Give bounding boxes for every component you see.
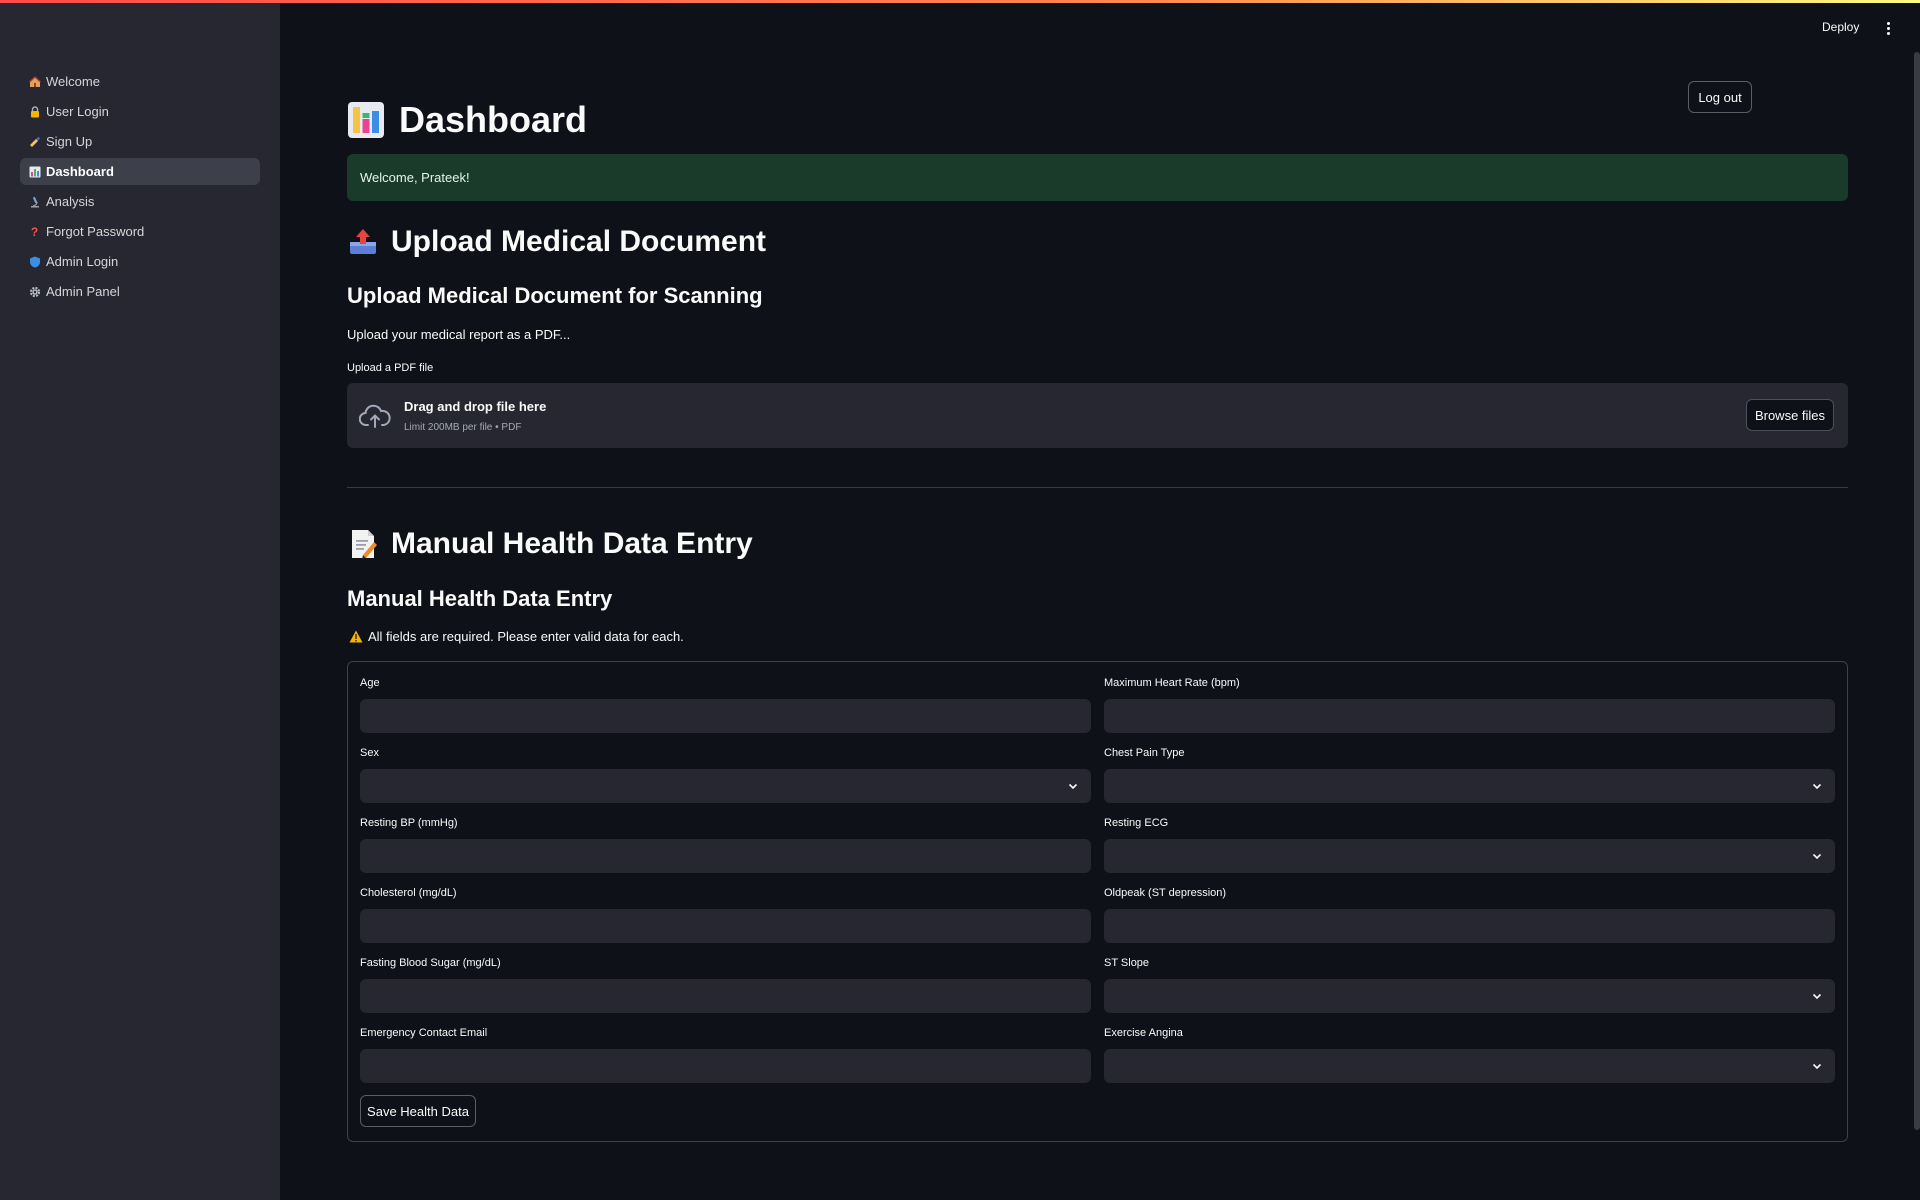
chest-pain-field-group: Chest Pain Type bbox=[1104, 747, 1835, 803]
manual-section-heading: Manual Health Data Entry bbox=[391, 527, 753, 560]
bar-chart-icon bbox=[28, 165, 41, 178]
outbox-tray-icon bbox=[347, 226, 379, 258]
house-icon bbox=[28, 75, 41, 88]
section-divider bbox=[347, 487, 1848, 488]
sidebar-item-welcome[interactable]: Welcome bbox=[20, 68, 260, 95]
save-health-data-button[interactable]: Save Health Data bbox=[360, 1095, 476, 1127]
age-field-group: Age bbox=[360, 677, 1091, 733]
sidebar-item-analysis[interactable]: Analysis bbox=[20, 188, 260, 215]
bar-chart-icon bbox=[347, 101, 385, 139]
exercise-angina-select[interactable] bbox=[1104, 1049, 1835, 1083]
field-label: Fasting Blood Sugar (mg/dL) bbox=[360, 957, 501, 969]
sidebar-item-label: Dashboard bbox=[46, 164, 114, 179]
sidebar-item-forgot-password[interactable]: ? Forgot Password bbox=[20, 218, 260, 245]
shield-icon bbox=[28, 255, 41, 268]
field-label: Age bbox=[360, 677, 380, 689]
gear-icon bbox=[28, 285, 41, 298]
sidebar-item-label: Admin Login bbox=[46, 254, 119, 269]
resting-bp-field-group: Resting BP (mmHg) bbox=[360, 817, 1091, 873]
fasting-blood-sugar-input[interactable] bbox=[360, 979, 1091, 1013]
dropzone-limit: Limit 200MB per file • PDF bbox=[404, 422, 522, 433]
age-input[interactable] bbox=[360, 699, 1091, 733]
main-content: Log out Dashboard Welcome, Prateek! Uplo… bbox=[347, 0, 1848, 1200]
st-slope-field-group: ST Slope bbox=[1104, 957, 1835, 1013]
microscope-icon bbox=[28, 195, 41, 208]
warning-text: All fields are required. Please enter va… bbox=[368, 629, 684, 644]
uploader-label: Upload a PDF file bbox=[347, 362, 434, 374]
upload-section-heading-row: Upload Medical Document bbox=[347, 225, 766, 259]
field-label: Oldpeak (ST depression) bbox=[1104, 887, 1227, 899]
field-label: Emergency Contact Email bbox=[360, 1027, 488, 1039]
sidebar-item-label: User Login bbox=[46, 104, 109, 119]
chevron-down-icon bbox=[1812, 1063, 1822, 1070]
sidebar-item-sign-up[interactable]: Sign Up bbox=[20, 128, 260, 155]
chevron-down-icon bbox=[1812, 853, 1822, 860]
sidebar-item-admin-panel[interactable]: Admin Panel bbox=[20, 278, 260, 305]
success-alert: Welcome, Prateek! bbox=[347, 154, 1848, 201]
memo-icon bbox=[347, 528, 379, 560]
chevron-down-icon bbox=[1068, 783, 1078, 790]
resting-bp-input[interactable] bbox=[360, 839, 1091, 873]
max-heart-rate-input[interactable] bbox=[1104, 699, 1835, 733]
field-label: Cholesterol (mg/dL) bbox=[360, 887, 457, 899]
field-label: Sex bbox=[360, 747, 379, 759]
browse-files-button[interactable]: Browse files bbox=[1746, 399, 1834, 431]
emergency-email-input[interactable] bbox=[360, 1049, 1091, 1083]
cholesterol-input[interactable] bbox=[360, 909, 1091, 943]
sex-field-group: Sex bbox=[360, 747, 1091, 803]
upload-subheading: Upload Medical Document for Scanning bbox=[347, 283, 763, 308]
sidebar-nav: Welcome User Login Sign Up Dashboard Ana… bbox=[20, 68, 260, 308]
sidebar-item-dashboard[interactable]: Dashboard bbox=[20, 158, 260, 185]
emergency-email-field-group: Emergency Contact Email bbox=[360, 1027, 1091, 1083]
sidebar-item-label: Admin Panel bbox=[46, 284, 120, 299]
sidebar-item-label: Welcome bbox=[46, 74, 100, 89]
dropzone-instructions: Drag and drop file here bbox=[404, 399, 547, 414]
question-icon: ? bbox=[30, 224, 39, 239]
warning-notice: All fields are required. Please enter va… bbox=[349, 629, 684, 644]
oldpeak-input[interactable] bbox=[1104, 909, 1835, 943]
page-title: Dashboard bbox=[399, 99, 588, 140]
field-label: Resting BP (mmHg) bbox=[360, 817, 458, 829]
lock-icon bbox=[28, 105, 41, 118]
exercise-angina-field-group: Exercise Angina bbox=[1104, 1027, 1835, 1083]
sex-select[interactable] bbox=[360, 769, 1091, 803]
sidebar-item-admin-login[interactable]: Admin Login bbox=[20, 248, 260, 275]
cloud-upload-icon bbox=[358, 401, 391, 431]
sidebar: Welcome User Login Sign Up Dashboard Ana… bbox=[0, 0, 280, 1200]
sidebar-item-user-login[interactable]: User Login bbox=[20, 98, 260, 125]
upload-section-heading: Upload Medical Document bbox=[391, 225, 767, 258]
top-decoration-bar bbox=[0, 0, 1920, 3]
resting-ecg-select[interactable] bbox=[1104, 839, 1835, 873]
field-label: ST Slope bbox=[1104, 957, 1150, 969]
manual-subheading: Manual Health Data Entry bbox=[347, 586, 613, 611]
oldpeak-field-group: Oldpeak (ST depression) bbox=[1104, 887, 1835, 943]
field-label: Exercise Angina bbox=[1104, 1027, 1183, 1039]
scrollbar[interactable] bbox=[1914, 52, 1920, 1130]
fasting-blood-sugar-field-group: Fasting Blood Sugar (mg/dL) bbox=[360, 957, 1091, 1013]
sidebar-item-label: Analysis bbox=[46, 194, 95, 209]
sidebar-item-label: Forgot Password bbox=[46, 224, 145, 239]
health-data-form: Age Maximum Heart Rate (bpm) Sex Chest P… bbox=[347, 661, 1848, 1142]
field-label: Maximum Heart Rate (bpm) bbox=[1104, 677, 1240, 689]
resting-ecg-field-group: Resting ECG bbox=[1104, 817, 1835, 873]
warning-icon bbox=[349, 630, 363, 643]
writing-hand-icon bbox=[28, 135, 41, 148]
cholesterol-field-group: Cholesterol (mg/dL) bbox=[360, 887, 1091, 943]
st-slope-select[interactable] bbox=[1104, 979, 1835, 1013]
max-heart-rate-field-group: Maximum Heart Rate (bpm) bbox=[1104, 677, 1835, 733]
sidebar-item-label: Sign Up bbox=[46, 134, 93, 149]
field-label: Chest Pain Type bbox=[1104, 747, 1185, 759]
chest-pain-select[interactable] bbox=[1104, 769, 1835, 803]
chevron-down-icon bbox=[1812, 783, 1822, 790]
chevron-down-icon bbox=[1812, 993, 1822, 1000]
upload-description: Upload your medical report as a PDF... bbox=[347, 327, 571, 342]
success-message: Welcome, Prateek! bbox=[360, 170, 470, 185]
kebab-menu-icon[interactable] bbox=[1882, 18, 1894, 38]
logout-button[interactable]: Log out bbox=[1688, 81, 1752, 113]
page-title-row: Dashboard bbox=[347, 96, 587, 144]
file-dropzone[interactable]: Drag and drop file here Limit 200MB per … bbox=[347, 383, 1848, 448]
manual-section-heading-row: Manual Health Data Entry bbox=[347, 527, 753, 561]
field-label: Resting ECG bbox=[1104, 817, 1169, 829]
